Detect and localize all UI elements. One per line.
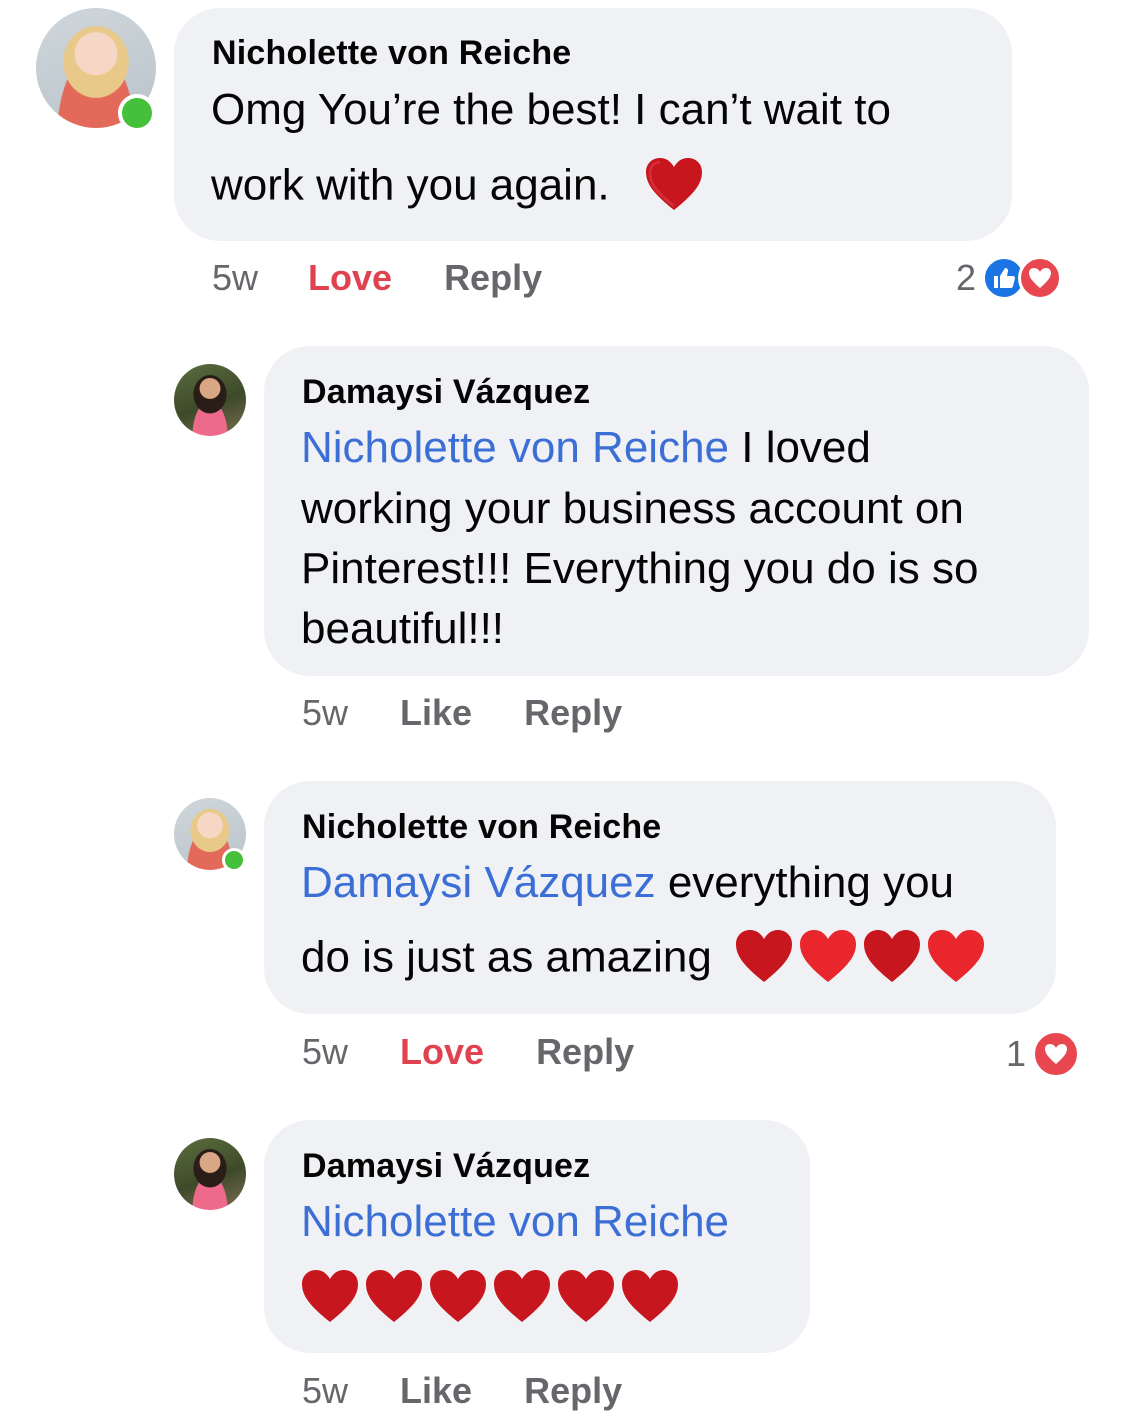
comment-hearts	[300, 1268, 680, 1324]
love-button[interactable]: Love	[308, 257, 392, 299]
reply-button[interactable]: Reply	[536, 1031, 634, 1073]
online-status-icon	[118, 94, 156, 132]
avatar-photo	[174, 364, 246, 436]
red-heart-icon	[492, 1268, 552, 1324]
like-button[interactable]: Like	[400, 692, 472, 734]
avatar[interactable]	[174, 1138, 246, 1210]
comment-text-line: Pinterest!!! Everything you do is so	[301, 544, 979, 593]
comment-author[interactable]: Nicholette von Reiche	[212, 34, 571, 73]
comment-text-line: work with you again.	[211, 160, 610, 210]
comment-author[interactable]: Damaysi Vázquez	[302, 1147, 590, 1186]
mention-link[interactable]: Nicholette von Reiche	[301, 1197, 729, 1246]
comment-timestamp[interactable]: 5w	[302, 1370, 348, 1412]
mention-link[interactable]: Damaysi Vázquez	[301, 858, 656, 907]
red-heart-icon	[364, 1268, 424, 1324]
red-heart-icon	[798, 928, 858, 984]
online-status-icon	[222, 848, 246, 872]
comment-timestamp[interactable]: 5w	[302, 692, 348, 734]
reaction-summary[interactable]: 1	[1006, 1030, 1081, 1078]
avatar[interactable]	[36, 8, 156, 132]
comment-text-line: beautiful!!!	[301, 604, 505, 653]
comment-text: beautiful!!!	[301, 604, 504, 654]
comment-author[interactable]: Damaysi Vázquez	[302, 373, 590, 412]
red-heart-icon	[734, 928, 794, 984]
comment-actions: 5w Love Reply	[212, 257, 542, 299]
comment-text-line: I loved	[729, 423, 871, 472]
reply-button[interactable]: Reply	[524, 1370, 622, 1412]
avatar[interactable]	[174, 798, 246, 872]
comment-text: Nicholette von Reiche I loved	[301, 423, 871, 473]
mention-link[interactable]: Nicholette von Reiche	[301, 423, 729, 472]
comment-actions: 5w Love Reply	[302, 1031, 634, 1073]
comment-author[interactable]: Nicholette von Reiche	[302, 808, 661, 847]
avatar[interactable]	[174, 364, 246, 436]
reply-button[interactable]: Reply	[524, 692, 622, 734]
red-heart-icon	[428, 1268, 488, 1324]
reaction-summary[interactable]: 2	[956, 256, 1063, 300]
red-heart-icon	[926, 928, 986, 984]
comment-text: work with you again.	[211, 158, 704, 216]
comment-text: Pinterest!!! Everything you do is so	[301, 544, 978, 594]
comment-timestamp[interactable]: 5w	[302, 1031, 348, 1073]
reaction-count: 2	[956, 257, 977, 298]
comment-text-line: Omg You’re the best! I can’t wait to	[211, 85, 891, 134]
comment-text-line: do is just as amazing	[301, 932, 712, 982]
comment-text: Damaysi Vázquez everything you	[301, 858, 954, 908]
like-button[interactable]: Like	[400, 1370, 472, 1412]
red-heart-icon	[300, 1268, 360, 1324]
red-heart-icon	[862, 928, 922, 984]
comment-text: do is just as amazing	[301, 930, 986, 988]
comment-timestamp[interactable]: 5w	[212, 257, 258, 299]
red-heart-icon	[644, 156, 704, 212]
love-reaction-icon	[1018, 256, 1063, 300]
red-heart-icon	[620, 1268, 680, 1324]
comment-actions: 5w Like Reply	[302, 692, 622, 734]
love-button[interactable]: Love	[400, 1031, 484, 1073]
comment-text-line: everything you	[655, 858, 955, 907]
comment-text: Omg You’re the best! I can’t wait to	[211, 85, 891, 135]
comment-text-line: working your business account on	[301, 484, 964, 533]
comment-text: working your business account on	[301, 484, 964, 534]
love-reaction-icon	[1032, 1030, 1081, 1078]
red-heart-icon	[556, 1268, 616, 1324]
avatar-photo	[174, 1138, 246, 1210]
comment-actions: 5w Like Reply	[302, 1370, 622, 1412]
reaction-count: 1	[1006, 1033, 1027, 1074]
reply-button[interactable]: Reply	[444, 257, 542, 299]
comment-text: Nicholette von Reiche	[301, 1197, 729, 1247]
